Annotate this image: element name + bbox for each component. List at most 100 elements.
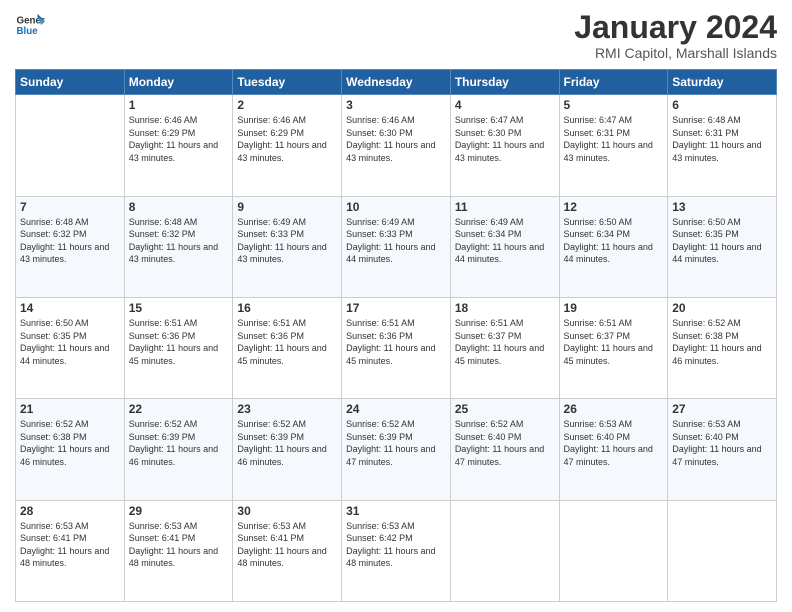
day-number: 20 bbox=[672, 301, 772, 315]
table-row: 17Sunrise: 6:51 AMSunset: 6:36 PMDayligh… bbox=[342, 297, 451, 398]
day-number: 23 bbox=[237, 402, 337, 416]
day-number: 8 bbox=[129, 200, 229, 214]
table-row: 11 Sunrise: 6:49 AMSunset: 6:34 PMDayligh… bbox=[450, 196, 559, 297]
day-number: 21 bbox=[20, 402, 120, 416]
day-number: 28 bbox=[20, 504, 120, 518]
calendar-week-row: 21 Sunrise: 6:52 AMSunset: 6:38 PMDayligh… bbox=[16, 399, 777, 500]
table-row: 23 Sunrise: 6:52 AMSunset: 6:39 PMDayligh… bbox=[233, 399, 342, 500]
day-number: 6 bbox=[672, 98, 772, 112]
table-row bbox=[450, 500, 559, 601]
day-number: 22 bbox=[129, 402, 229, 416]
cell-info: Sunrise: 6:51 AMSunset: 6:36 PMDaylight:… bbox=[129, 317, 229, 367]
table-row: 21 Sunrise: 6:52 AMSunset: 6:38 PMDayligh… bbox=[16, 399, 125, 500]
cell-info: Sunrise: 6:52 AMSunset: 6:39 PMDaylight:… bbox=[346, 418, 446, 468]
day-number: 14 bbox=[20, 301, 120, 315]
day-number: 4 bbox=[455, 98, 555, 112]
cell-info: Sunrise: 6:48 AMSunset: 6:31 PMDaylight:… bbox=[672, 114, 772, 164]
cell-info: Sunrise: 6:52 AMSunset: 6:39 PMDaylight:… bbox=[129, 418, 229, 468]
table-row: 30 Sunrise: 6:53 AMSunset: 6:41 PMDayligh… bbox=[233, 500, 342, 601]
col-sunday: Sunday bbox=[16, 70, 125, 95]
cell-info: Sunrise: 6:49 AMSunset: 6:34 PMDaylight:… bbox=[455, 216, 555, 266]
table-row: 6 Sunrise: 6:48 AMSunset: 6:31 PMDaylight… bbox=[668, 95, 777, 196]
table-row bbox=[16, 95, 125, 196]
cell-info: Sunrise: 6:52 AMSunset: 6:40 PMDaylight:… bbox=[455, 418, 555, 468]
table-row: 8 Sunrise: 6:48 AMSunset: 6:32 PMDaylight… bbox=[124, 196, 233, 297]
col-wednesday: Wednesday bbox=[342, 70, 451, 95]
month-title: January 2024 bbox=[574, 10, 777, 45]
cell-info: Sunrise: 6:53 AMSunset: 6:41 PMDaylight:… bbox=[129, 520, 229, 570]
day-number: 19 bbox=[564, 301, 664, 315]
day-number: 10 bbox=[346, 200, 446, 214]
cell-info: Sunrise: 6:50 AMSunset: 6:35 PMDaylight:… bbox=[20, 317, 120, 367]
table-row: 15Sunrise: 6:51 AMSunset: 6:36 PMDayligh… bbox=[124, 297, 233, 398]
cell-info: Sunrise: 6:48 AMSunset: 6:32 PMDaylight:… bbox=[20, 216, 120, 266]
table-row: 7 Sunrise: 6:48 AMSunset: 6:32 PMDaylight… bbox=[16, 196, 125, 297]
cell-info: Sunrise: 6:46 AMSunset: 6:29 PMDaylight:… bbox=[129, 114, 229, 164]
cell-info: Sunrise: 6:53 AMSunset: 6:41 PMDaylight:… bbox=[237, 520, 337, 570]
table-row: 5 Sunrise: 6:47 AMSunset: 6:31 PMDaylight… bbox=[559, 95, 668, 196]
table-row: 3Sunrise: 6:46 AMSunset: 6:30 PMDaylight… bbox=[342, 95, 451, 196]
table-row: 9 Sunrise: 6:49 AMSunset: 6:33 PMDaylight… bbox=[233, 196, 342, 297]
day-number: 24 bbox=[346, 402, 446, 416]
table-row: 20 Sunrise: 6:52 AMSunset: 6:38 PMDayligh… bbox=[668, 297, 777, 398]
day-number: 27 bbox=[672, 402, 772, 416]
day-number: 12 bbox=[564, 200, 664, 214]
table-row: 10 Sunrise: 6:49 AMSunset: 6:33 PMDayligh… bbox=[342, 196, 451, 297]
cell-info: Sunrise: 6:48 AMSunset: 6:32 PMDaylight:… bbox=[129, 216, 229, 266]
cell-info: Sunrise: 6:51 AMSunset: 6:37 PMDaylight:… bbox=[564, 317, 664, 367]
cell-info: Sunrise: 6:50 AMSunset: 6:35 PMDaylight:… bbox=[672, 216, 772, 266]
table-row: 19 Sunrise: 6:51 AMSunset: 6:37 PMDayligh… bbox=[559, 297, 668, 398]
table-row: 22 Sunrise: 6:52 AMSunset: 6:39 PMDayligh… bbox=[124, 399, 233, 500]
col-friday: Friday bbox=[559, 70, 668, 95]
table-row: 13 Sunrise: 6:50 AMSunset: 6:35 PMDayligh… bbox=[668, 196, 777, 297]
day-number: 7 bbox=[20, 200, 120, 214]
page: General Blue January 2024 RMI Capitol, M… bbox=[0, 0, 792, 612]
table-row: 14 Sunrise: 6:50 AMSunset: 6:35 PMDayligh… bbox=[16, 297, 125, 398]
svg-text:Blue: Blue bbox=[17, 26, 39, 37]
cell-info: Sunrise: 6:52 AMSunset: 6:39 PMDaylight:… bbox=[237, 418, 337, 468]
cell-info: Sunrise: 6:47 AMSunset: 6:30 PMDaylight:… bbox=[455, 114, 555, 164]
calendar: Sunday Monday Tuesday Wednesday Thursday… bbox=[15, 69, 777, 602]
logo-icon: General Blue bbox=[15, 10, 45, 40]
table-row: 26 Sunrise: 6:53 AMSunset: 6:40 PMDayligh… bbox=[559, 399, 668, 500]
col-tuesday: Tuesday bbox=[233, 70, 342, 95]
table-row: 25Sunrise: 6:52 AMSunset: 6:40 PMDayligh… bbox=[450, 399, 559, 500]
cell-info: Sunrise: 6:53 AMSunset: 6:41 PMDaylight:… bbox=[20, 520, 120, 570]
cell-info: Sunrise: 6:50 AMSunset: 6:34 PMDaylight:… bbox=[564, 216, 664, 266]
day-number: 5 bbox=[564, 98, 664, 112]
cell-info: Sunrise: 6:49 AMSunset: 6:33 PMDaylight:… bbox=[237, 216, 337, 266]
table-row: 18Sunrise: 6:51 AMSunset: 6:37 PMDayligh… bbox=[450, 297, 559, 398]
logo: General Blue bbox=[15, 10, 45, 40]
cell-info: Sunrise: 6:47 AMSunset: 6:31 PMDaylight:… bbox=[564, 114, 664, 164]
day-number: 31 bbox=[346, 504, 446, 518]
day-number: 1 bbox=[129, 98, 229, 112]
table-row: 28 Sunrise: 6:53 AMSunset: 6:41 PMDayligh… bbox=[16, 500, 125, 601]
cell-info: Sunrise: 6:53 AMSunset: 6:42 PMDaylight:… bbox=[346, 520, 446, 570]
day-number: 26 bbox=[564, 402, 664, 416]
day-number: 2 bbox=[237, 98, 337, 112]
cell-info: Sunrise: 6:53 AMSunset: 6:40 PMDaylight:… bbox=[672, 418, 772, 468]
calendar-header-row: Sunday Monday Tuesday Wednesday Thursday… bbox=[16, 70, 777, 95]
cell-info: Sunrise: 6:46 AMSunset: 6:30 PMDaylight:… bbox=[346, 114, 446, 164]
table-row: 31 Sunrise: 6:53 AMSunset: 6:42 PMDayligh… bbox=[342, 500, 451, 601]
cell-info: Sunrise: 6:52 AMSunset: 6:38 PMDaylight:… bbox=[20, 418, 120, 468]
day-number: 11 bbox=[455, 200, 555, 214]
calendar-week-row: 7 Sunrise: 6:48 AMSunset: 6:32 PMDaylight… bbox=[16, 196, 777, 297]
cell-info: Sunrise: 6:53 AMSunset: 6:40 PMDaylight:… bbox=[564, 418, 664, 468]
day-number: 30 bbox=[237, 504, 337, 518]
col-thursday: Thursday bbox=[450, 70, 559, 95]
title-block: January 2024 RMI Capitol, Marshall Islan… bbox=[574, 10, 777, 61]
day-number: 13 bbox=[672, 200, 772, 214]
calendar-week-row: 14 Sunrise: 6:50 AMSunset: 6:35 PMDayligh… bbox=[16, 297, 777, 398]
table-row: 24 Sunrise: 6:52 AMSunset: 6:39 PMDayligh… bbox=[342, 399, 451, 500]
day-number: 9 bbox=[237, 200, 337, 214]
day-number: 29 bbox=[129, 504, 229, 518]
cell-info: Sunrise: 6:52 AMSunset: 6:38 PMDaylight:… bbox=[672, 317, 772, 367]
col-monday: Monday bbox=[124, 70, 233, 95]
table-row: 1 Sunrise: 6:46 AMSunset: 6:29 PMDaylight… bbox=[124, 95, 233, 196]
cell-info: Sunrise: 6:49 AMSunset: 6:33 PMDaylight:… bbox=[346, 216, 446, 266]
table-row: 2 Sunrise: 6:46 AMSunset: 6:29 PMDaylight… bbox=[233, 95, 342, 196]
cell-info: Sunrise: 6:46 AMSunset: 6:29 PMDaylight:… bbox=[237, 114, 337, 164]
table-row: 4 Sunrise: 6:47 AMSunset: 6:30 PMDaylight… bbox=[450, 95, 559, 196]
day-number: 18 bbox=[455, 301, 555, 315]
